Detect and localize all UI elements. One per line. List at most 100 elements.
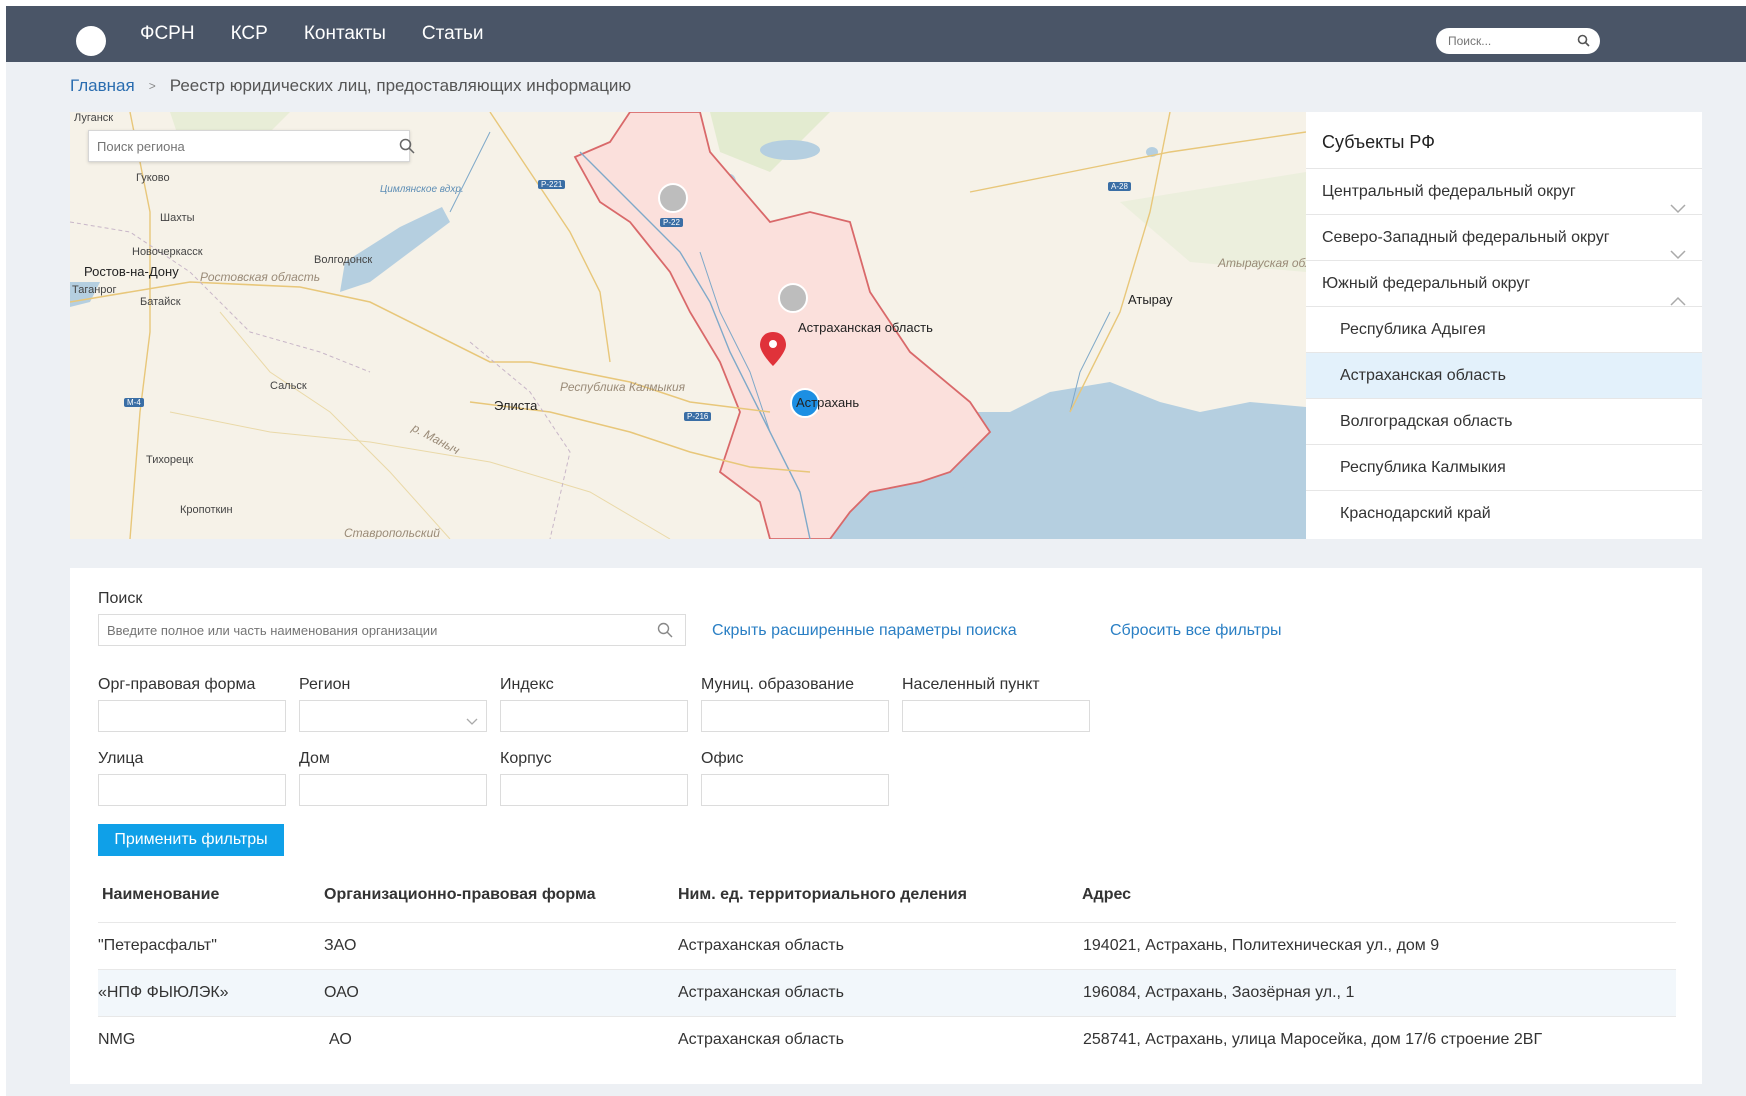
building-label: Корпус	[500, 750, 552, 767]
region-select[interactable]	[299, 700, 487, 732]
regions-title: Субъекты РФ	[1322, 132, 1435, 152]
office-field	[701, 774, 889, 806]
chevron-down-icon[interactable]	[466, 713, 478, 731]
map-label-tsimlyansk: Цимлянское вдхр.	[380, 184, 464, 195]
region-item-label: Краснодарский край	[1340, 505, 1491, 522]
org-form-label: Орг-правовая форма	[98, 676, 256, 693]
map-label-tikhoretsk: Тихорецк	[146, 454, 194, 466]
region-item-northwest[interactable]: Северо-Западный федеральный округ	[1306, 214, 1702, 260]
region-item-label: Астраханская область	[1340, 367, 1506, 384]
map-label-elista: Элиста	[494, 398, 538, 413]
table-row[interactable]: «НПФ ФЫЮЛЭК» ОАО Астраханская область 19…	[98, 969, 1676, 1016]
cell-name: NMG	[98, 1031, 136, 1048]
map-label-stavropol: Ставропольский	[344, 526, 440, 539]
map-label-shakhty: Шахты	[160, 212, 195, 224]
page-title: Реестр юридических лиц, предоставляющих …	[169, 76, 632, 95]
table-row[interactable]: "Петерасфальт" ЗАО Астраханская область …	[98, 922, 1676, 969]
region-item-adygea[interactable]: Республика Адыгея	[1306, 306, 1702, 352]
region-item-central[interactable]: Центральный федеральный округ	[1306, 168, 1702, 214]
office-input[interactable]	[702, 775, 888, 805]
cell-name: «НПФ ФЫЮЛЭК»	[98, 984, 229, 1001]
road-sign: М-4	[124, 398, 144, 407]
header-search-input[interactable]	[1436, 28, 1566, 54]
index-field	[500, 700, 688, 732]
region-map[interactable]: Луганск Гуково Шахты Новочеркасск Ростов…	[70, 112, 1306, 539]
building-input[interactable]	[501, 775, 687, 805]
map-label-rostov-region: Ростовская область	[200, 270, 321, 284]
road-sign: А-28	[1108, 182, 1131, 191]
search-label: Поиск	[98, 590, 143, 607]
settlement-field	[902, 700, 1090, 732]
map-label-kalmykia: Республика Калмыкия	[560, 380, 686, 394]
nav-item-fsrn[interactable]: ФСРН	[140, 6, 195, 62]
cell-address: 194021, Астрахань, Политехническая ул., …	[1083, 937, 1440, 954]
street-label: Улица	[98, 750, 144, 767]
header-search	[1436, 28, 1600, 54]
municipality-label: Муниц. образование	[701, 676, 854, 693]
road-sign: Р-221	[538, 180, 566, 189]
region-item-label: Центральный федеральный округ	[1322, 183, 1576, 200]
top-navbar: ФСРН КСР Контакты Статьи	[6, 6, 1746, 62]
settlement-input[interactable]	[903, 701, 1089, 731]
apply-filters-button[interactable]: Применить фильтры	[98, 824, 284, 856]
cell-org-form: ЗАО	[324, 937, 357, 954]
house-input[interactable]	[300, 775, 486, 805]
region-item-label: Южный федеральный округ	[1322, 275, 1531, 292]
map-label-rostov: Ростов-на-Дону	[84, 264, 179, 279]
road-sign: Р-216	[684, 412, 712, 421]
house-label: Дом	[299, 750, 330, 767]
table-row[interactable]: NMG АО Астраханская область 258741, Астр…	[98, 1016, 1676, 1063]
office-label: Офис	[701, 750, 744, 767]
column-header-org-form[interactable]: Организационно-правовая форма	[324, 886, 595, 904]
search-icon[interactable]	[657, 622, 673, 643]
org-search-input[interactable]	[99, 615, 649, 645]
map-label-astrakhan: Астрахань	[796, 395, 860, 410]
road-sign: Р-22	[660, 218, 683, 227]
nav-item-ksr[interactable]: КСР	[231, 6, 268, 62]
region-item-krasnodar[interactable]: Краснодарский край	[1306, 490, 1702, 536]
map-label-lugansk: Луганск	[74, 112, 114, 124]
cell-org-form: АО	[329, 1031, 352, 1048]
map-canvas	[70, 112, 1306, 539]
region-item-astrakhan[interactable]: Астраханская область	[1306, 352, 1702, 398]
cell-address: 258741, Астрахань, улица Маросейка, дом …	[1083, 1031, 1543, 1048]
settlement-label: Населенный пункт	[902, 676, 1040, 693]
map-label-bataysk: Батайск	[140, 296, 181, 308]
index-label: Индекс	[500, 676, 554, 693]
region-item-kalmykia[interactable]: Республика Калмыкия	[1306, 444, 1702, 490]
region-label: Регион	[299, 676, 351, 693]
reset-filters-link[interactable]: Сбросить все фильтры	[1110, 622, 1281, 640]
org-search-field	[98, 614, 686, 646]
nav-item-contacts[interactable]: Контакты	[304, 6, 386, 62]
map-region-search	[88, 130, 415, 162]
org-form-field	[98, 700, 286, 732]
breadcrumb-home-link[interactable]: Главная	[70, 76, 135, 96]
house-field	[299, 774, 487, 806]
logo[interactable]	[76, 26, 106, 56]
municipality-input[interactable]	[702, 701, 888, 731]
cell-territory: Астраханская область	[678, 1031, 844, 1048]
main-nav: ФСРН КСР Контакты Статьи	[140, 6, 519, 62]
map-label-volgodonsk: Волгодонск	[314, 254, 373, 266]
search-icon[interactable]	[1577, 34, 1590, 52]
region-item-south[interactable]: Южный федеральный округ	[1306, 260, 1702, 306]
region-item-label: Республика Адыгея	[1340, 321, 1486, 338]
index-input[interactable]	[501, 701, 687, 731]
breadcrumb-separator: >	[148, 79, 156, 93]
hide-advanced-search-link[interactable]: Скрыть расширенные параметры поиска	[712, 622, 1017, 640]
map-label-atyrau-region: Атырауская обл.	[1218, 256, 1306, 270]
column-header-address[interactable]: Адрес	[1082, 886, 1131, 904]
org-form-input[interactable]	[99, 701, 285, 731]
column-header-name[interactable]: Наименование	[102, 886, 219, 904]
region-search-input[interactable]	[89, 131, 369, 161]
municipality-field	[701, 700, 889, 732]
nav-item-articles[interactable]: Статьи	[422, 6, 484, 62]
region-item-volgograd[interactable]: Волгоградская область	[1306, 398, 1702, 444]
column-header-territory[interactable]: Ним. ед. территориального деления	[678, 886, 967, 904]
map-label-novocherkassk: Новочеркасск	[132, 246, 203, 258]
map-label-astrakhan-region: Астраханская область	[798, 320, 933, 335]
map-label-atyrau: Атырау	[1128, 292, 1173, 307]
cell-name: "Петерасфальт"	[98, 937, 217, 954]
street-input[interactable]	[99, 775, 285, 805]
street-field	[98, 774, 286, 806]
